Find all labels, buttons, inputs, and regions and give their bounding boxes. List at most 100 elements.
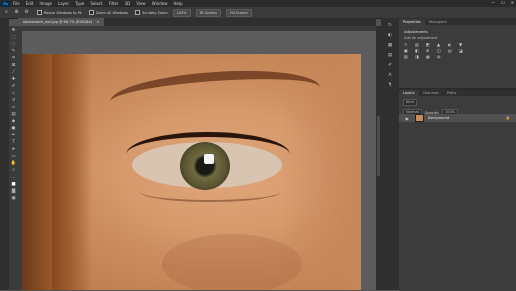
menu-view[interactable]: View	[136, 1, 146, 6]
color-swatches-icon[interactable]: ■	[11, 182, 17, 187]
selective-color-adjustment-icon[interactable]: ◍	[437, 55, 442, 59]
left-edge-strip	[0, 18, 9, 290]
path-select-tool-icon[interactable]: ➤	[11, 147, 17, 152]
lasso-tool-icon[interactable]: ◌	[11, 42, 17, 47]
channel-mixer-adjustment-icon[interactable]: ◫	[437, 49, 442, 53]
invert-adjustment-icon[interactable]: ◪	[459, 49, 464, 53]
visibility-eye-icon[interactable]: ◉	[405, 116, 410, 121]
fit-screen-button[interactable]: Fit Screen	[195, 8, 221, 17]
zoom-tool-icon[interactable]: ⌕	[11, 168, 17, 173]
color-balance-adjustment-icon[interactable]: ▣	[404, 49, 409, 53]
tab-paths[interactable]: Paths	[443, 90, 461, 96]
gradient-map-adjustment-icon[interactable]: ▦	[426, 55, 431, 59]
adjustments-title: Adjustments	[404, 29, 428, 34]
checkbox-box	[37, 10, 42, 15]
tab-layers[interactable]: Layers	[399, 90, 419, 96]
minimize-icon[interactable]: —	[491, 0, 495, 5]
close-tab-icon[interactable]: ×	[96, 20, 99, 24]
document-tab[interactable]: adobestock_eye.jpg @ 66.7% (RGB/8#) ×	[18, 18, 105, 26]
eye-photo-canvas[interactable]	[22, 54, 361, 290]
hair-strands-highlight	[52, 54, 92, 290]
dodge-tool-icon[interactable]: ●	[11, 126, 17, 131]
menu-type[interactable]: Type	[75, 1, 84, 6]
type-tool-icon[interactable]: T	[11, 140, 17, 145]
eyedropper-tool-icon[interactable]: ⁄	[11, 70, 17, 75]
menu-image[interactable]: Image	[39, 1, 52, 6]
checkbox-box	[88, 10, 94, 15]
resize-windows-checkbox[interactable]: Resize Windows to Fit	[37, 10, 82, 15]
tab-channels[interactable]: Channels	[419, 90, 443, 96]
history-brush-tool-icon[interactable]: ↺	[11, 98, 17, 103]
curves-adjustment-icon[interactable]: ◩	[426, 43, 431, 47]
blur-tool-icon[interactable]: ◆	[11, 119, 17, 124]
move-tool-icon[interactable]: ✥	[11, 28, 17, 33]
crop-tool-icon[interactable]: ⌗	[11, 56, 17, 61]
canvas-area[interactable]	[22, 31, 376, 290]
levels-adjustment-icon[interactable]: ▥	[415, 43, 420, 47]
gradient-tool-icon[interactable]: ▤	[11, 112, 17, 117]
screen-mode-icon[interactable]: ▣	[11, 196, 17, 201]
hue-adjustment-icon[interactable]: ▼	[459, 43, 464, 47]
brush-tool-icon[interactable]: ✐	[11, 84, 17, 89]
menu-edit[interactable]: Edit	[26, 1, 34, 6]
color-lookup-adjustment-icon[interactable]: ▤	[448, 49, 453, 53]
history-panel-icon[interactable]: ↻	[387, 23, 394, 28]
vibrance-adjustment-icon[interactable]: ◐	[448, 43, 453, 47]
menu-layer[interactable]: Layer	[58, 1, 69, 6]
clone-stamp-tool-icon[interactable]: ⊥	[11, 91, 17, 96]
lower-eyelid	[140, 182, 280, 202]
panel-dock: ↻ ◐ ▦ ▤ ✐ A ¶	[381, 18, 399, 290]
layer-name: Background	[428, 116, 449, 120]
upper-eyelid	[126, 132, 290, 177]
quick-select-tool-icon[interactable]: ✎	[11, 49, 17, 54]
menu-filter[interactable]: Filter	[109, 1, 119, 6]
tab-properties[interactable]: Properties	[399, 19, 425, 25]
properties-tab-bar: Properties Histogram	[399, 18, 516, 25]
quick-mask-icon[interactable]: ◙	[11, 189, 17, 194]
zoom-all-checkbox[interactable]: Zoom All Windows	[88, 10, 128, 15]
scrollbar-thumb[interactable]	[377, 116, 380, 176]
layer-kind-filter[interactable]: Kind	[403, 99, 417, 106]
swatches-panel-icon[interactable]: ▦	[387, 43, 394, 48]
shape-tool-icon[interactable]: ▭	[11, 154, 17, 159]
layer-thumbnail	[415, 114, 424, 122]
hand-tool-icon[interactable]: ✋	[11, 161, 17, 166]
libraries-panel-icon[interactable]: ▤	[387, 53, 394, 58]
menu-bar: Ps File Edit Image Layer Type Select Fil…	[0, 0, 516, 7]
close-window-icon[interactable]: ✕	[511, 0, 514, 5]
zoom-tool-icon[interactable]: ⌕	[3, 9, 10, 16]
brush-panel-icon[interactable]: ✐	[387, 63, 394, 68]
tab-histogram[interactable]: Histogram	[425, 19, 451, 25]
more-tools-icon[interactable]: …	[11, 175, 17, 180]
menu-window[interactable]: Window	[152, 1, 168, 6]
exposure-adjustment-icon[interactable]: ▲	[437, 43, 442, 47]
pen-tool-icon[interactable]: ✒	[11, 133, 17, 138]
eraser-tool-icon[interactable]: ▱	[11, 105, 17, 110]
paragraph-panel-icon[interactable]: ¶	[387, 83, 394, 88]
black-white-adjustment-icon[interactable]: ◧	[415, 49, 420, 53]
scrubby-zoom-checkbox[interactable]: Scrubby Zoom	[135, 10, 168, 15]
marquee-tool-icon[interactable]: ⬚	[11, 35, 17, 40]
zoom-out-icon[interactable]: ⊖	[23, 9, 30, 16]
adjustments-subtitle: Add an adjustment	[404, 36, 438, 40]
layer-row-background[interactable]: ◉ Background 🔒	[399, 114, 516, 122]
threshold-adjustment-icon[interactable]: ◨	[415, 55, 420, 59]
maximize-icon[interactable]: ☐	[501, 0, 505, 5]
menu-3d[interactable]: 3D	[125, 1, 131, 6]
fill-screen-button[interactable]: Fill Screen	[225, 8, 252, 17]
menu-select[interactable]: Select	[90, 1, 102, 6]
frame-tool-icon[interactable]: ⊠	[11, 63, 17, 68]
healing-brush-tool-icon[interactable]: ✚	[11, 77, 17, 82]
menu-file[interactable]: File	[13, 1, 20, 6]
menu-help[interactable]: Help	[173, 1, 182, 6]
character-panel-icon[interactable]: A	[387, 73, 394, 78]
lock-icon: 🔒	[505, 116, 510, 120]
color-panel-icon[interactable]: ◐	[387, 33, 394, 38]
photo-filter-adjustment-icon[interactable]: ⊞	[426, 49, 431, 53]
zoom-in-icon[interactable]: ⊕	[13, 9, 20, 16]
scrubby-label: Scrubby Zoom	[142, 10, 168, 15]
brightness-adjustment-icon[interactable]: ☼	[404, 43, 409, 47]
posterize-adjustment-icon[interactable]: ▧	[404, 55, 409, 59]
photoshop-logo[interactable]: Ps	[1, 0, 10, 7]
zoom-100-button[interactable]: 100%	[172, 8, 191, 17]
